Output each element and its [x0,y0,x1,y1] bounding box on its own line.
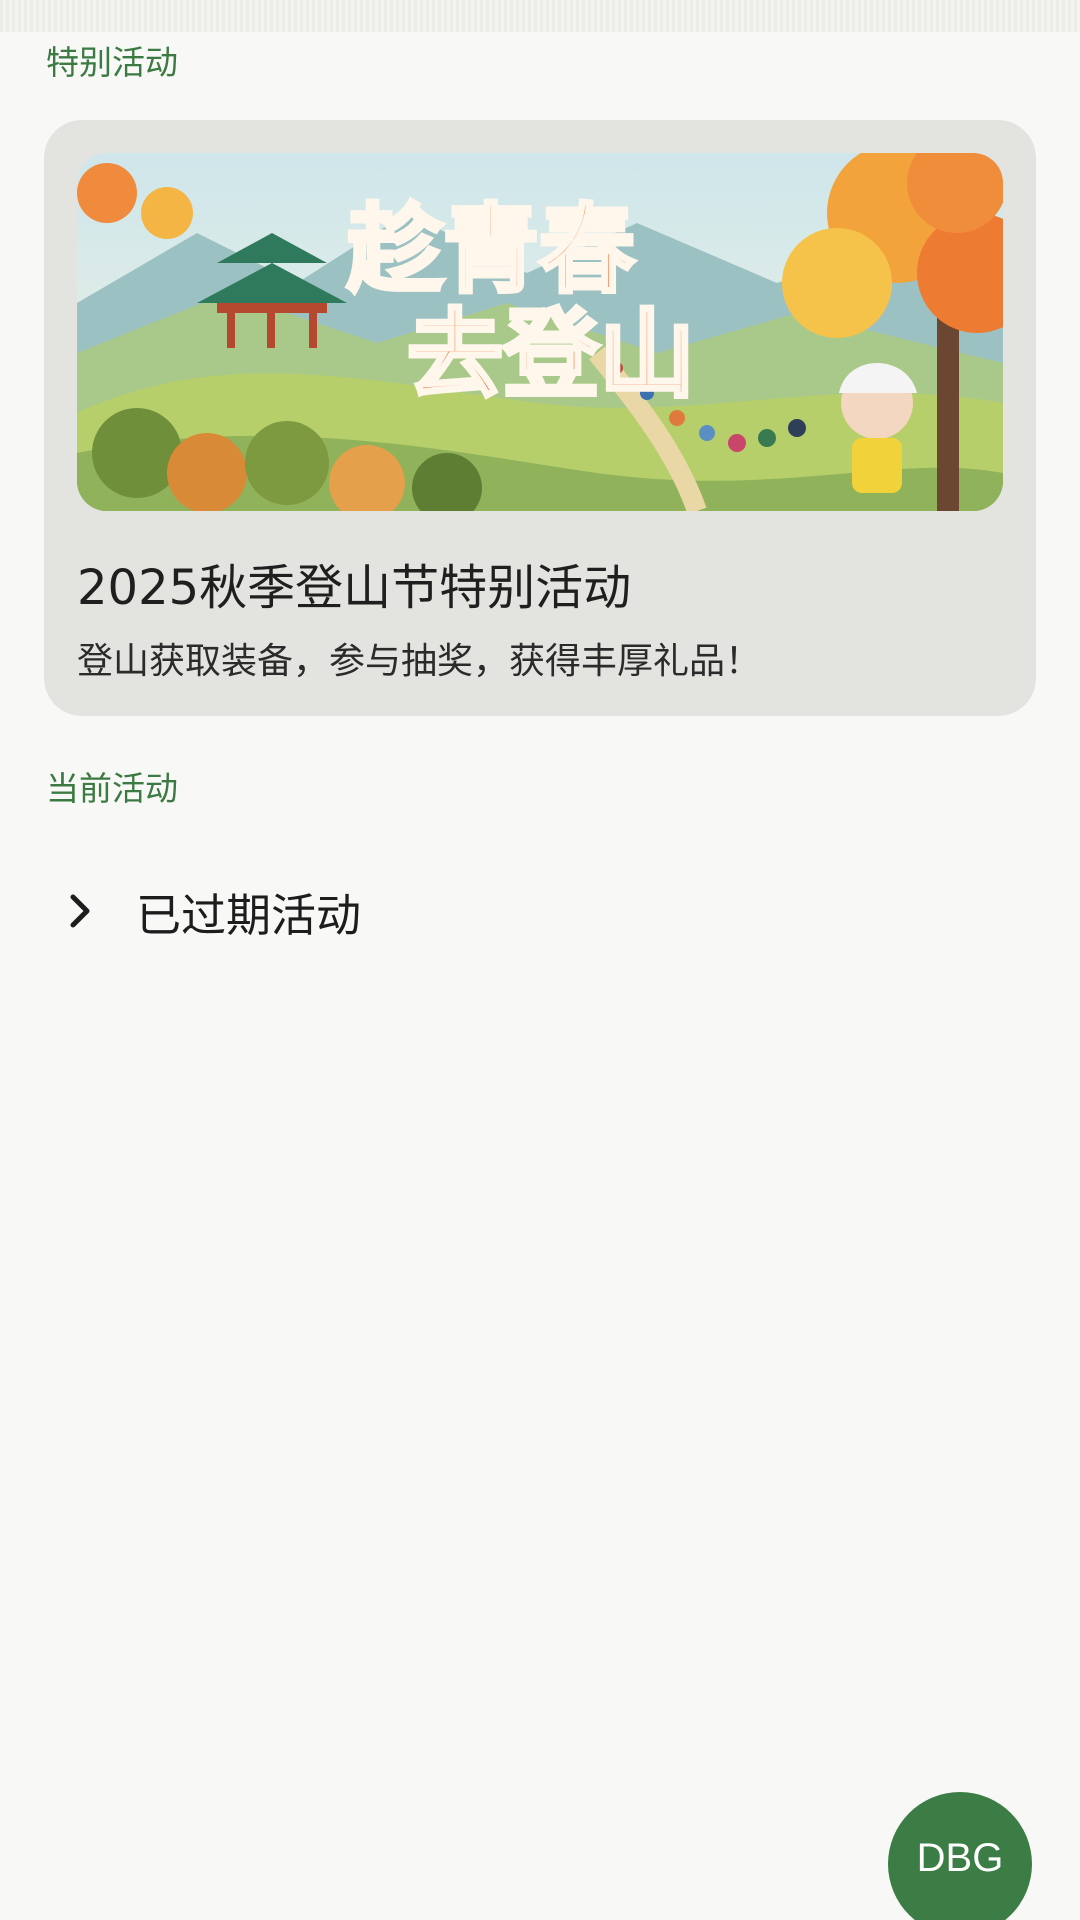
debug-fab-label: DBG [916,1836,1004,1880]
expired-events-label: 已过期活动 [136,888,362,942]
svg-text:去登山: 去登山 [407,299,695,411]
expired-events-toggle[interactable]: 已过期活动 [40,866,1040,956]
debug-fab-button[interactable]: DBG [888,1792,1032,1920]
section-title-current: 当前活动 [46,769,178,808]
event-banner-image: 趁青春 去登山 [77,153,1003,511]
event-description: 登山获取装备，参与抽奖，获得丰厚礼品！ [77,641,762,682]
events-page: 特别活动 趁青春 去登山 2025秋季登山节特别活动 登山获取装备，参与抽奖，获… [0,0,1080,1920]
svg-text:趁青春: 趁青春 [347,194,635,306]
status-bar [0,0,1080,32]
section-title-special: 特别活动 [46,43,178,82]
special-event-card[interactable]: 趁青春 去登山 2025秋季登山节特别活动 登山获取装备，参与抽奖，获得丰厚礼品… [44,120,1036,716]
event-title: 2025秋季登山节特别活动 [77,560,632,616]
chevron-right-icon [40,871,120,951]
